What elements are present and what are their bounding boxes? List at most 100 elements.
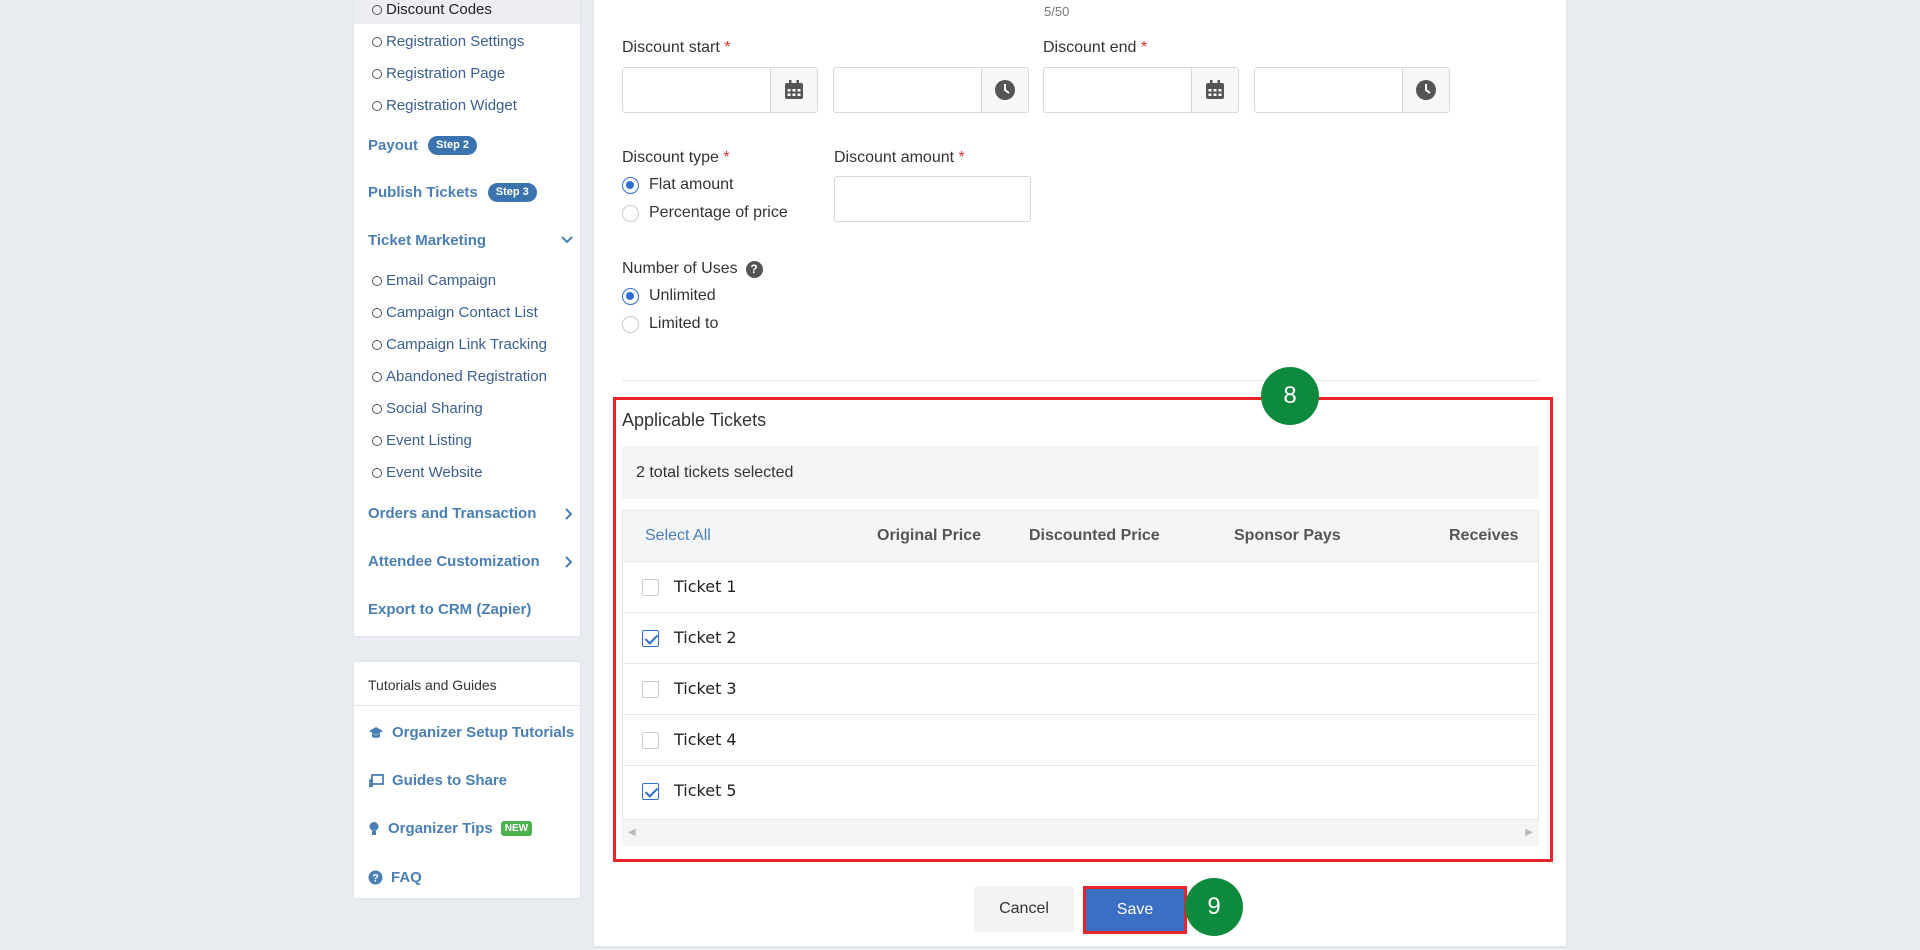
nav-discount-codes[interactable]: Discount Codes: [372, 1, 492, 18]
start-time-picker-button[interactable]: [981, 68, 1028, 112]
nav-label: Discount Codes: [386, 1, 492, 18]
nav-label: Attendee Customization: [368, 553, 540, 570]
circle-icon: [372, 100, 382, 111]
start-date-input[interactable]: [622, 67, 818, 113]
nav-registration-widget[interactable]: Registration Widget: [372, 97, 517, 114]
nav-label: Orders and Transaction: [368, 505, 537, 522]
required-mark: *: [723, 149, 730, 166]
step-marker-8: 8: [1261, 367, 1319, 425]
label-text: Discount start: [622, 39, 720, 56]
discount-amount-label: Discount amount *: [834, 149, 965, 167]
tutorial-faq[interactable]: ? FAQ: [368, 869, 422, 886]
start-date-picker-button[interactable]: [770, 68, 817, 112]
required-mark: *: [1140, 39, 1148, 56]
end-time-input[interactable]: [1254, 67, 1450, 113]
help-icon[interactable]: ?: [745, 261, 763, 278]
nav-label: Ticket Marketing: [368, 232, 487, 249]
discount-start-label: Discount start *: [622, 39, 731, 57]
start-time-input[interactable]: [833, 67, 1029, 113]
nav-publish-tickets[interactable]: Publish Tickets Step 3: [368, 183, 537, 202]
nav-label: Event Listing: [386, 432, 472, 449]
discount-amount-input[interactable]: [834, 176, 1031, 222]
cancel-button[interactable]: Cancel: [974, 886, 1074, 932]
tutorial-guides-share[interactable]: Guides to Share: [368, 772, 507, 789]
nav-label: Social Sharing: [386, 400, 483, 417]
step-marker-9: 9: [1185, 878, 1243, 936]
nav-attendee-customization[interactable]: Attendee Customization: [368, 553, 578, 570]
chevron-right-icon: [565, 556, 573, 568]
nav-label: Campaign Link Tracking: [386, 336, 547, 353]
nav-registration-page[interactable]: Registration Page: [372, 65, 505, 82]
required-mark: *: [724, 39, 731, 56]
end-date-picker-button[interactable]: [1191, 68, 1238, 112]
chevron-down-icon: [561, 236, 573, 244]
radio-icon: [622, 204, 639, 222]
radio-flat-amount[interactable]: Flat amount: [622, 176, 733, 194]
calendar-icon: [785, 80, 803, 99]
save-button[interactable]: Save: [1086, 889, 1184, 931]
radio-limited-to[interactable]: Limited to: [622, 315, 718, 333]
nav-payout[interactable]: Payout Step 2: [368, 136, 478, 155]
discount-form-panel: 5/50 Discount start * Discount end * Dis…: [594, 0, 1566, 946]
nav-label: Event Website: [386, 464, 483, 481]
nav-event-listing[interactable]: Event Listing: [372, 432, 472, 449]
required-mark: *: [958, 149, 965, 166]
calendar-icon: [1206, 80, 1224, 99]
circle-icon: [372, 435, 382, 446]
section-divider: [622, 380, 1539, 381]
radio-label: Flat amount: [649, 176, 734, 193]
tutorial-organizer-setup[interactable]: Organizer Setup Tutorials: [368, 724, 574, 741]
tutorials-card: Tutorials and Guides Organizer Setup Tut…: [353, 661, 581, 899]
chevron-right-icon: [565, 508, 573, 520]
nav-export-crm[interactable]: Export to CRM (Zapier): [368, 601, 531, 618]
char-counter: 5/50: [1044, 4, 1070, 19]
nav-label: Publish Tickets: [368, 184, 478, 201]
nav-registration-settings[interactable]: Registration Settings: [372, 33, 524, 50]
nav-label: Email Campaign: [386, 272, 497, 289]
nav-label: Campaign Contact List: [386, 304, 538, 321]
nav-campaign-link-tracking[interactable]: Campaign Link Tracking: [372, 336, 547, 353]
new-badge: NEW: [500, 821, 533, 836]
label-text: Discount type: [622, 149, 719, 166]
radio-icon: [622, 315, 639, 333]
svg-text:?: ?: [372, 873, 379, 885]
lightbulb-icon: [369, 822, 379, 835]
question-circle-icon: ?: [368, 870, 383, 885]
tutorial-label: Guides to Share: [392, 772, 508, 789]
radio-unlimited[interactable]: Unlimited: [622, 287, 716, 305]
radio-label: Limited to: [649, 315, 719, 332]
highlight-box-tickets: [613, 397, 1553, 862]
uses-label: Number of Uses?: [622, 260, 763, 278]
nav-ticket-marketing[interactable]: Ticket Marketing: [368, 232, 578, 249]
nav-email-campaign[interactable]: Email Campaign: [372, 272, 496, 289]
nav-card: Discount Codes Registration Settings Reg…: [353, 0, 581, 637]
nav-event-website[interactable]: Event Website: [372, 464, 482, 481]
radio-label: Percentage of price: [649, 204, 788, 221]
clock-icon: [1416, 80, 1436, 100]
discount-type-label: Discount type *: [622, 149, 730, 167]
circle-icon: [372, 339, 382, 350]
presentation-icon: [369, 773, 384, 787]
tutorial-label: Organizer Setup Tutorials: [392, 724, 575, 741]
circle-icon: [372, 4, 382, 15]
nav-label: Registration Widget: [386, 97, 517, 114]
end-date-input[interactable]: [1043, 67, 1239, 113]
nav-orders-transaction[interactable]: Orders and Transaction: [368, 505, 578, 522]
nav-campaign-contact-list[interactable]: Campaign Contact List: [372, 304, 538, 321]
label-text: Number of Uses: [622, 260, 738, 277]
radio-selected-icon: [622, 287, 639, 305]
radio-percentage[interactable]: Percentage of price: [622, 204, 788, 222]
nav-social-sharing[interactable]: Social Sharing: [372, 400, 483, 417]
circle-icon: [372, 275, 382, 286]
radio-selected-icon: [622, 176, 639, 194]
circle-icon: [372, 68, 382, 79]
nav-label: Abandoned Registration: [386, 368, 547, 385]
end-time-picker-button[interactable]: [1402, 68, 1449, 112]
radio-label: Unlimited: [649, 287, 716, 304]
step-badge: Step 2: [428, 136, 478, 155]
nav-label: Registration Settings: [386, 33, 525, 50]
nav-label: Payout: [368, 137, 419, 154]
nav-abandoned-registration[interactable]: Abandoned Registration: [372, 368, 547, 385]
discount-end-label: Discount end *: [1043, 39, 1147, 57]
tutorial-organizer-tips[interactable]: Organizer Tips NEW: [368, 820, 533, 837]
